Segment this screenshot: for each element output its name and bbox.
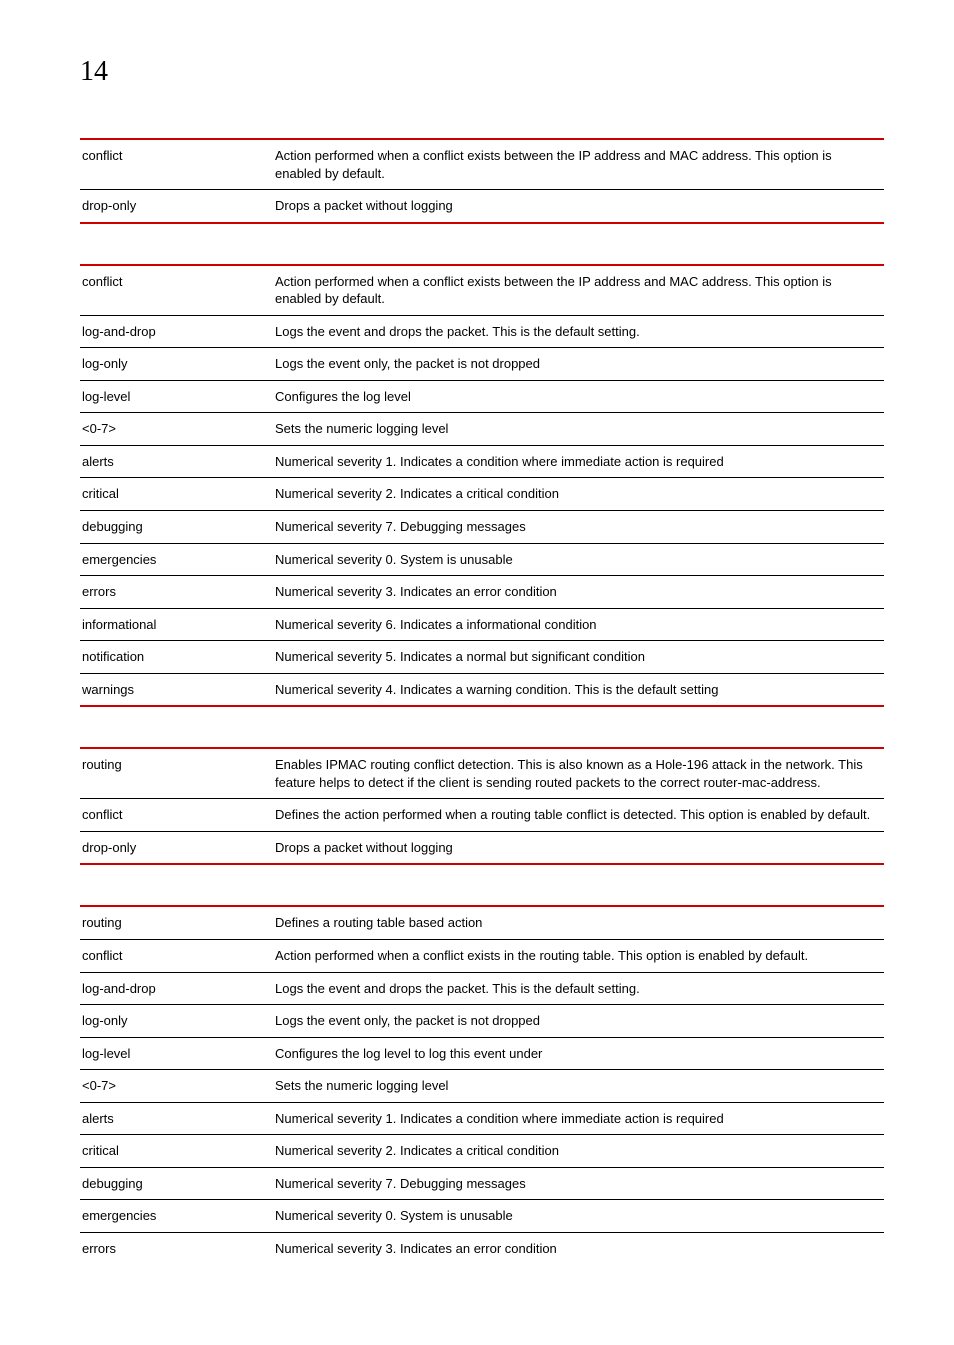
table-row: emergenciesNumerical severity 0. System … [80, 1200, 884, 1233]
description-cell: Defines the action performed when a rout… [273, 799, 884, 832]
term-cell: emergencies [80, 1200, 273, 1233]
term-cell: log-only [80, 1005, 273, 1038]
description-cell: Numerical severity 7. Debugging messages [273, 511, 884, 544]
description-cell: Numerical severity 1. Indicates a condit… [273, 1102, 884, 1135]
term-cell: drop-only [80, 831, 273, 864]
description-cell: Sets the numeric logging level [273, 1070, 884, 1103]
description-cell: Numerical severity 4. Indicates a warnin… [273, 673, 884, 706]
term-cell: emergencies [80, 543, 273, 576]
term-cell: errors [80, 1232, 273, 1264]
term-cell: <0-7> [80, 413, 273, 446]
term-cell: debugging [80, 511, 273, 544]
description-cell: Enables IPMAC routing conflict detection… [273, 748, 884, 799]
document-page: 14 conflictAction performed when a confl… [0, 0, 954, 1345]
table-row: log-and-dropLogs the event and drops the… [80, 972, 884, 1005]
description-cell: Logs the event and drops the packet. Thi… [273, 972, 884, 1005]
table-row: debuggingNumerical severity 7. Debugging… [80, 511, 884, 544]
description-cell: Numerical severity 0. System is unusable [273, 1200, 884, 1233]
term-cell: critical [80, 1135, 273, 1168]
table-row: criticalNumerical severity 2. Indicates … [80, 478, 884, 511]
description-cell: Numerical severity 5. Indicates a normal… [273, 641, 884, 674]
term-cell: conflict [80, 265, 273, 316]
table-row: log-onlyLogs the event only, the packet … [80, 1005, 884, 1038]
table-row: routingEnables IPMAC routing conflict de… [80, 748, 884, 799]
description-cell: Numerical severity 2. Indicates a critic… [273, 478, 884, 511]
table-row: debuggingNumerical severity 7. Debugging… [80, 1167, 884, 1200]
table-row: log-levelConfigures the log level [80, 380, 884, 413]
table-row: routingDefines a routing table based act… [80, 906, 884, 939]
tables-container: conflictAction performed when a conflict… [80, 138, 884, 1265]
table-row: alertsNumerical severity 1. Indicates a … [80, 445, 884, 478]
table-row: conflictDefines the action performed whe… [80, 799, 884, 832]
table-row: alertsNumerical severity 1. Indicates a … [80, 1102, 884, 1135]
description-cell: Action performed when a conflict exists … [273, 940, 884, 973]
definition-table: routingDefines a routing table based act… [80, 905, 884, 1264]
table-row: conflictAction performed when a conflict… [80, 265, 884, 316]
description-cell: Configures the log level to log this eve… [273, 1037, 884, 1070]
description-cell: Drops a packet without logging [273, 190, 884, 223]
table-row: <0-7>Sets the numeric logging level [80, 413, 884, 446]
description-cell: Numerical severity 0. System is unusable [273, 543, 884, 576]
table-row: criticalNumerical severity 2. Indicates … [80, 1135, 884, 1168]
description-cell: Numerical severity 3. Indicates an error… [273, 1232, 884, 1264]
term-cell: notification [80, 641, 273, 674]
definition-table: routingEnables IPMAC routing conflict de… [80, 747, 884, 865]
page-number: 14 [80, 56, 884, 88]
description-cell: Logs the event and drops the packet. Thi… [273, 315, 884, 348]
description-cell: Sets the numeric logging level [273, 413, 884, 446]
definition-table: conflictAction performed when a conflict… [80, 138, 884, 224]
description-cell: Numerical severity 3. Indicates an error… [273, 576, 884, 609]
description-cell: Action performed when a conflict exists … [273, 139, 884, 190]
description-cell: Numerical severity 6. Indicates a inform… [273, 608, 884, 641]
table-row: notificationNumerical severity 5. Indica… [80, 641, 884, 674]
table-row: errorsNumerical severity 3. Indicates an… [80, 576, 884, 609]
term-cell: log-level [80, 1037, 273, 1070]
description-cell: Logs the event only, the packet is not d… [273, 348, 884, 381]
term-cell: routing [80, 748, 273, 799]
table-row: conflictAction performed when a conflict… [80, 940, 884, 973]
table-row: drop-onlyDrops a packet without logging [80, 190, 884, 223]
table-row: emergenciesNumerical severity 0. System … [80, 543, 884, 576]
description-cell: Logs the event only, the packet is not d… [273, 1005, 884, 1038]
term-cell: critical [80, 478, 273, 511]
term-cell: warnings [80, 673, 273, 706]
term-cell: errors [80, 576, 273, 609]
table-row: drop-onlyDrops a packet without logging [80, 831, 884, 864]
table-row: <0-7>Sets the numeric logging level [80, 1070, 884, 1103]
term-cell: routing [80, 906, 273, 939]
description-cell: Numerical severity 7. Debugging messages [273, 1167, 884, 1200]
term-cell: conflict [80, 799, 273, 832]
term-cell: informational [80, 608, 273, 641]
term-cell: alerts [80, 1102, 273, 1135]
term-cell: debugging [80, 1167, 273, 1200]
term-cell: log-only [80, 348, 273, 381]
table-row: log-onlyLogs the event only, the packet … [80, 348, 884, 381]
term-cell: log-level [80, 380, 273, 413]
description-cell: Drops a packet without logging [273, 831, 884, 864]
table-row: log-levelConfigures the log level to log… [80, 1037, 884, 1070]
table-row: errorsNumerical severity 3. Indicates an… [80, 1232, 884, 1264]
term-cell: log-and-drop [80, 972, 273, 1005]
term-cell: conflict [80, 139, 273, 190]
description-cell: Numerical severity 2. Indicates a critic… [273, 1135, 884, 1168]
term-cell: <0-7> [80, 1070, 273, 1103]
definition-table: conflictAction performed when a conflict… [80, 264, 884, 708]
term-cell: drop-only [80, 190, 273, 223]
table-row: conflictAction performed when a conflict… [80, 139, 884, 190]
term-cell: conflict [80, 940, 273, 973]
table-row: informationalNumerical severity 6. Indic… [80, 608, 884, 641]
term-cell: alerts [80, 445, 273, 478]
table-row: warningsNumerical severity 4. Indicates … [80, 673, 884, 706]
description-cell: Configures the log level [273, 380, 884, 413]
description-cell: Defines a routing table based action [273, 906, 884, 939]
description-cell: Action performed when a conflict exists … [273, 265, 884, 316]
table-row: log-and-dropLogs the event and drops the… [80, 315, 884, 348]
term-cell: log-and-drop [80, 315, 273, 348]
description-cell: Numerical severity 1. Indicates a condit… [273, 445, 884, 478]
